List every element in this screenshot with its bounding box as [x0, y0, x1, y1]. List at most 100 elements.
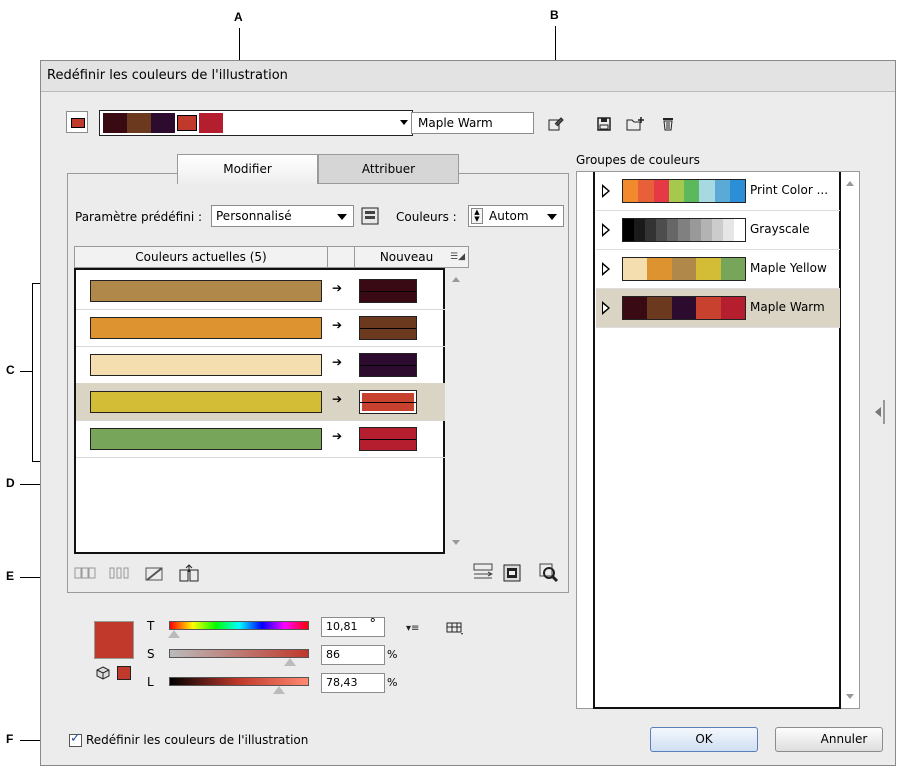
saturation-thumb[interactable]	[284, 658, 297, 666]
scroll-up-icon[interactable]	[452, 277, 460, 282]
randomize-order-icon[interactable]	[473, 563, 494, 586]
delete-icon[interactable]	[662, 116, 674, 134]
arrow-icon[interactable]: ➔	[332, 429, 342, 443]
group-strip-swatch[interactable]	[151, 113, 175, 133]
group-strip-swatch[interactable]	[127, 113, 151, 133]
color-row[interactable]: ➔	[76, 309, 445, 347]
header-current-colors[interactable]: Couleurs actuelles (5)	[75, 247, 328, 267]
expand-triangle-icon[interactable]	[602, 262, 610, 276]
options-icon[interactable]: ☰◢	[450, 247, 465, 267]
color-groups-list: Print Color ... Grayscale Maple Yellow Mapl…	[593, 172, 841, 709]
lightness-slider[interactable]	[169, 677, 309, 694]
chevron-down-icon	[547, 214, 557, 220]
eyedropper-icon[interactable]	[548, 115, 564, 134]
current-color-swatch[interactable]	[94, 621, 134, 659]
colors-count-dropdown[interactable]: ▲ ▼ Autom	[468, 205, 564, 227]
groups-scrollbar[interactable]	[841, 173, 859, 707]
current-color-swatch[interactable]	[90, 428, 322, 450]
group-strip-swatch[interactable]	[103, 113, 127, 133]
new-color-swatch[interactable]	[359, 316, 417, 340]
swatch-divider	[360, 439, 416, 440]
expand-triangle-icon[interactable]	[602, 301, 610, 315]
group-strip-swatch[interactable]	[175, 113, 199, 133]
group-swatch	[671, 258, 697, 280]
recolor-checkbox[interactable]: ✓	[69, 731, 82, 747]
new-row-icon[interactable]	[179, 564, 199, 585]
tab-assign-label: Attribuer	[361, 162, 416, 176]
header-current-label: Couleurs actuelles (5)	[135, 250, 267, 264]
preset-dropdown[interactable]: Personnalisé	[211, 205, 354, 227]
separate-colors-icon[interactable]	[109, 567, 131, 582]
color-group-item[interactable]: Print Color ...	[596, 172, 840, 211]
collapse-panel-icon[interactable]	[873, 397, 887, 430]
scroll-up-icon[interactable]	[846, 181, 854, 186]
saturation-slider[interactable]	[169, 649, 309, 666]
ok-button[interactable]: OK	[650, 727, 758, 752]
group-name-value: Maple Warm	[418, 116, 493, 130]
stepper-icon[interactable]: ▲ ▼	[471, 208, 483, 224]
color-group-strip[interactable]	[99, 110, 413, 136]
color-group-item[interactable]: Grayscale	[596, 211, 840, 250]
hue-field[interactable]: 10,81 °	[321, 617, 385, 637]
tab-assign[interactable]: Attribuer	[318, 154, 459, 184]
header-new-label: Nouveau	[379, 250, 434, 264]
color-row[interactable]: ➔	[76, 272, 445, 310]
new-group-icon[interactable]	[626, 116, 644, 134]
scroll-down-icon[interactable]	[452, 540, 460, 545]
arrow-icon[interactable]: ➔	[332, 318, 342, 332]
colors-table-header: Couleurs actuelles (5) Nouveau ☰◢	[74, 246, 469, 268]
color-row[interactable]: ➔	[76, 383, 445, 421]
callout-a: A	[234, 10, 243, 24]
group-color-bar	[622, 218, 746, 242]
harmony-rules-icon[interactable]	[361, 207, 379, 228]
saturation-field[interactable]: 86	[321, 645, 385, 665]
group-swatch	[623, 297, 648, 319]
find-colors-icon[interactable]	[539, 563, 559, 586]
hue-slider[interactable]	[168, 621, 309, 638]
group-swatch	[647, 258, 672, 280]
header-new-colors[interactable]: Nouveau ☰◢	[355, 247, 468, 267]
new-color-swatch[interactable]	[359, 279, 417, 303]
color-row[interactable]: ➔	[76, 420, 445, 458]
expand-triangle-icon[interactable]	[602, 184, 610, 198]
saturation-label: S	[147, 647, 155, 661]
color-group-item[interactable]: Maple Yellow	[596, 250, 840, 289]
merge-colors-icon[interactable]	[74, 567, 96, 582]
hue-thumb[interactable]	[168, 630, 181, 638]
new-color-swatch[interactable]	[359, 390, 417, 414]
out-of-gamut-swatch[interactable]	[117, 666, 131, 680]
expand-triangle-icon[interactable]	[602, 223, 610, 237]
current-color-swatch[interactable]	[90, 280, 322, 302]
color-group-dropdown[interactable]	[398, 113, 410, 133]
lightness-field[interactable]: 78,43	[321, 673, 385, 693]
new-color-swatch[interactable]	[359, 353, 417, 377]
randomize-saturation-icon[interactable]	[503, 564, 521, 585]
color-mode-menu-icon[interactable]: ▾≡	[406, 624, 419, 634]
arrow-icon[interactable]: ➔	[332, 392, 342, 406]
arrow-icon[interactable]: ➔	[332, 281, 342, 295]
callout-c-bracket	[32, 283, 33, 462]
current-color-swatch[interactable]	[90, 391, 322, 413]
group-name: Maple Yellow	[750, 261, 827, 275]
cube-icon[interactable]	[96, 666, 110, 683]
active-color-swatch[interactable]	[66, 111, 88, 133]
cancel-button[interactable]: Annuler	[775, 727, 883, 752]
exclude-colors-icon[interactable]	[145, 566, 165, 585]
current-color-swatch[interactable]	[90, 354, 322, 376]
color-grid-icon[interactable]	[446, 621, 464, 638]
group-swatch	[722, 219, 734, 241]
lightness-thumb[interactable]	[273, 686, 286, 694]
current-color-swatch[interactable]	[90, 317, 322, 339]
arrow-icon[interactable]: ➔	[332, 355, 342, 369]
tab-modify[interactable]: Modifier	[177, 154, 318, 184]
hue-label: T	[147, 619, 155, 633]
group-swatch	[720, 258, 746, 280]
group-name-field[interactable]: Maple Warm	[411, 112, 534, 134]
color-group-item[interactable]: Maple Warm	[596, 289, 840, 328]
scroll-down-icon[interactable]	[846, 694, 854, 699]
color-row[interactable]: ➔	[76, 346, 445, 384]
save-icon[interactable]	[597, 117, 611, 134]
group-strip-swatch[interactable]	[199, 113, 223, 133]
table-scrollbar[interactable]	[447, 269, 467, 553]
new-color-swatch[interactable]	[359, 427, 417, 451]
